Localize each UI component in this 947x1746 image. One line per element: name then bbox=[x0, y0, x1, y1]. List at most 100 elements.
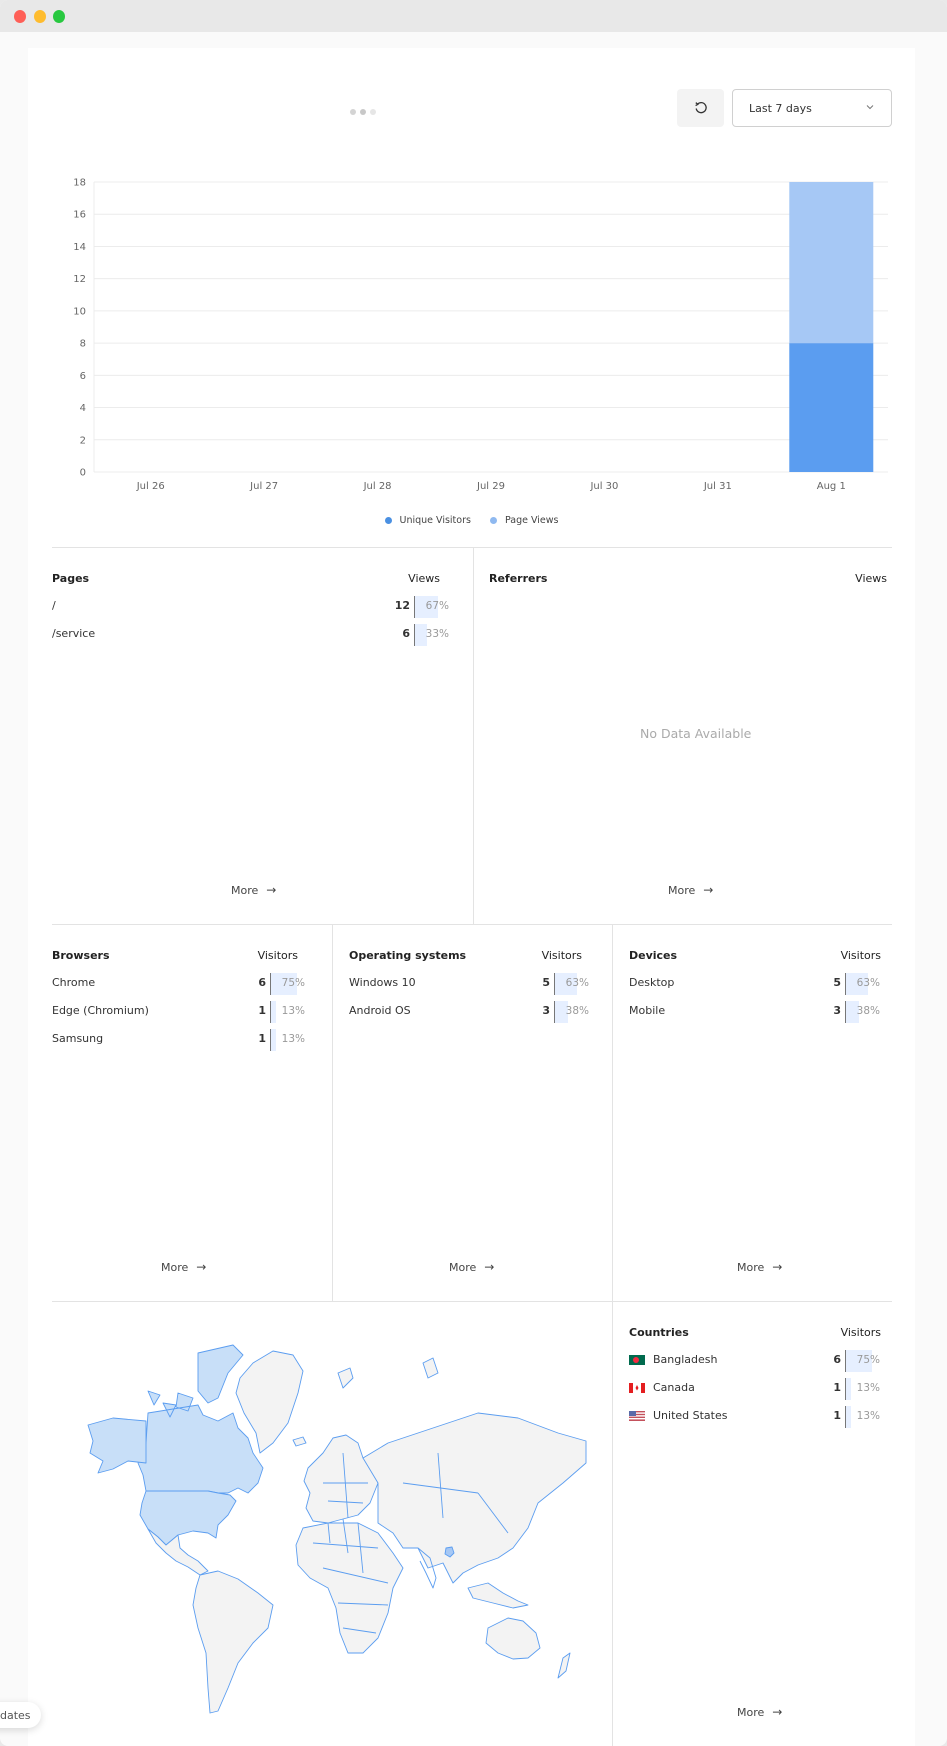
refresh-button[interactable] bbox=[677, 89, 724, 127]
minimize-window-button[interactable] bbox=[34, 10, 46, 23]
row-count: 1 bbox=[833, 1381, 841, 1394]
map-country-new-zealand[interactable] bbox=[557, 1652, 571, 1679]
arrow-right-icon: → bbox=[772, 1260, 783, 1274]
divider bbox=[612, 1301, 613, 1746]
devices-more-link[interactable]: More → bbox=[737, 1260, 782, 1274]
row-label: Canada bbox=[653, 1381, 695, 1394]
table-row[interactable]: Desktop 5 63% bbox=[629, 973, 881, 995]
y-tick-label: 2 bbox=[80, 435, 86, 446]
map-region-south-america[interactable] bbox=[192, 1570, 274, 1714]
maximize-window-button[interactable] bbox=[53, 10, 65, 23]
map-country-iceland[interactable] bbox=[292, 1436, 307, 1447]
y-tick-label: 18 bbox=[73, 178, 86, 189]
legend-item-page-views[interactable]: Page Views bbox=[489, 515, 559, 526]
y-tick-label: 10 bbox=[73, 306, 86, 317]
bar-unique-visitors[interactable] bbox=[789, 343, 874, 472]
panel-header: Browsers Visitors bbox=[52, 949, 306, 965]
legend-item-unique-visitors[interactable]: Unique Visitors bbox=[384, 515, 471, 526]
table-row[interactable]: Samsung 1 13% bbox=[52, 1029, 306, 1051]
table-row[interactable]: Mobile 3 38% bbox=[629, 1001, 881, 1023]
row-percent: 38% bbox=[856, 1005, 880, 1017]
app-window: Last 7 days 0 2 4 6 8 10 12 14 16 18 Jul 26 Jul 27 J… bbox=[0, 0, 947, 1746]
row-count: 1 bbox=[258, 1032, 266, 1045]
table-row[interactable]: /service 6 33% bbox=[52, 624, 450, 646]
canada-flag-icon bbox=[629, 1383, 645, 1393]
panel-header: Referrers Views bbox=[489, 572, 887, 588]
table-row[interactable]: Edge (Chromium) 1 13% bbox=[52, 1001, 306, 1023]
row-label: /service bbox=[52, 627, 96, 640]
pages-more-link[interactable]: More → bbox=[231, 883, 276, 897]
visitors-chart: 0 2 4 6 8 10 12 14 16 18 Jul 26 Jul 27 Jul 28 Jul 29 J… bbox=[48, 173, 898, 493]
row-count: 5 bbox=[542, 976, 550, 989]
table-row[interactable]: Bangladesh 6 75% bbox=[629, 1350, 881, 1372]
devices-panel: Devices Visitors Desktop 5 63% Mobile 3 … bbox=[629, 949, 881, 1023]
row-count: 5 bbox=[833, 976, 841, 989]
date-range-value: Last 7 days bbox=[749, 101, 812, 115]
panel-title: Browsers bbox=[52, 949, 110, 962]
referrers-panel: Referrers Views bbox=[489, 572, 887, 592]
table-row[interactable]: Chrome 6 75% bbox=[52, 973, 306, 995]
table-row[interactable]: United States 1 13% bbox=[629, 1406, 881, 1428]
row-count: 6 bbox=[258, 976, 266, 989]
row-count: 6 bbox=[833, 1353, 841, 1366]
dashboard-page: Last 7 days 0 2 4 6 8 10 12 14 16 18 Jul 26 Jul 27 J… bbox=[28, 48, 915, 1746]
x-tick-label: Jul 28 bbox=[363, 481, 392, 492]
arrow-right-icon: → bbox=[196, 1260, 207, 1274]
table-row[interactable]: Canada 1 13% bbox=[629, 1378, 881, 1400]
panel-header: Operating systems Visitors bbox=[349, 949, 590, 965]
arrow-right-icon: → bbox=[703, 883, 714, 897]
world-map[interactable] bbox=[58, 1343, 588, 1723]
bangladesh-flag-icon bbox=[629, 1355, 645, 1365]
map-region-southeast-asia[interactable] bbox=[467, 1582, 529, 1609]
row-percent-bar: 33% bbox=[414, 624, 450, 646]
table-row[interactable]: Android OS 3 38% bbox=[349, 1001, 590, 1023]
row-percent: 13% bbox=[281, 1033, 305, 1045]
updates-button[interactable]: dates bbox=[0, 1702, 41, 1728]
table-row[interactable]: Windows 10 5 63% bbox=[349, 973, 590, 995]
panel-metric: Visitors bbox=[541, 949, 582, 962]
row-percent-bar: 75% bbox=[270, 973, 306, 995]
row-label: Desktop bbox=[629, 976, 675, 989]
bar-page-views[interactable] bbox=[789, 182, 874, 344]
map-region-arctic-islands[interactable] bbox=[337, 1357, 439, 1389]
chart-legend: Unique Visitors Page Views bbox=[28, 515, 915, 527]
date-range-select[interactable]: Last 7 days bbox=[732, 89, 892, 127]
legend-swatch bbox=[384, 517, 392, 524]
map-region-europe[interactable] bbox=[303, 1434, 379, 1524]
map-region-africa[interactable] bbox=[295, 1522, 404, 1654]
row-percent-bar: 38% bbox=[554, 1001, 590, 1023]
row-count: 6 bbox=[402, 627, 410, 640]
us-flag-icon bbox=[629, 1411, 645, 1421]
row-percent: 38% bbox=[565, 1005, 589, 1017]
chevron-down-icon bbox=[866, 105, 874, 110]
map-country-australia[interactable] bbox=[485, 1617, 541, 1660]
y-tick-label: 14 bbox=[73, 242, 86, 253]
divider bbox=[332, 924, 333, 1301]
countries-more-link[interactable]: More → bbox=[737, 1705, 782, 1719]
map-country-us-alaska[interactable] bbox=[87, 1417, 147, 1474]
row-count: 12 bbox=[394, 599, 410, 612]
map-country-mexico[interactable] bbox=[147, 1528, 209, 1576]
more-label: More bbox=[449, 1261, 477, 1274]
x-tick-label: Jul 26 bbox=[136, 481, 165, 492]
x-tick-label: Jul 27 bbox=[249, 481, 278, 492]
updates-label: dates bbox=[0, 1708, 31, 1722]
map-country-canada[interactable] bbox=[137, 1344, 264, 1494]
table-row[interactable]: / 12 67% bbox=[52, 596, 450, 618]
more-label: More bbox=[737, 1706, 765, 1719]
y-tick-label: 4 bbox=[80, 403, 86, 414]
row-percent: 13% bbox=[856, 1410, 880, 1422]
browsers-panel: Browsers Visitors Chrome 6 75% Edge (Chr… bbox=[52, 949, 306, 1051]
countries-panel: Countries Visitors Bangladesh 6 75% Cana… bbox=[629, 1326, 881, 1428]
x-tick-label: Jul 30 bbox=[589, 481, 618, 492]
no-data-message: No Data Available bbox=[640, 726, 752, 741]
referrers-more-link[interactable]: More → bbox=[668, 883, 713, 897]
row-count: 1 bbox=[833, 1409, 841, 1422]
os-more-link[interactable]: More → bbox=[449, 1260, 494, 1274]
close-window-button[interactable] bbox=[14, 10, 26, 23]
browsers-more-link[interactable]: More → bbox=[161, 1260, 206, 1274]
loading-indicator bbox=[350, 105, 380, 118]
arrow-right-icon: → bbox=[484, 1260, 495, 1274]
row-count: 3 bbox=[542, 1004, 550, 1017]
legend-label: Page Views bbox=[504, 515, 559, 526]
